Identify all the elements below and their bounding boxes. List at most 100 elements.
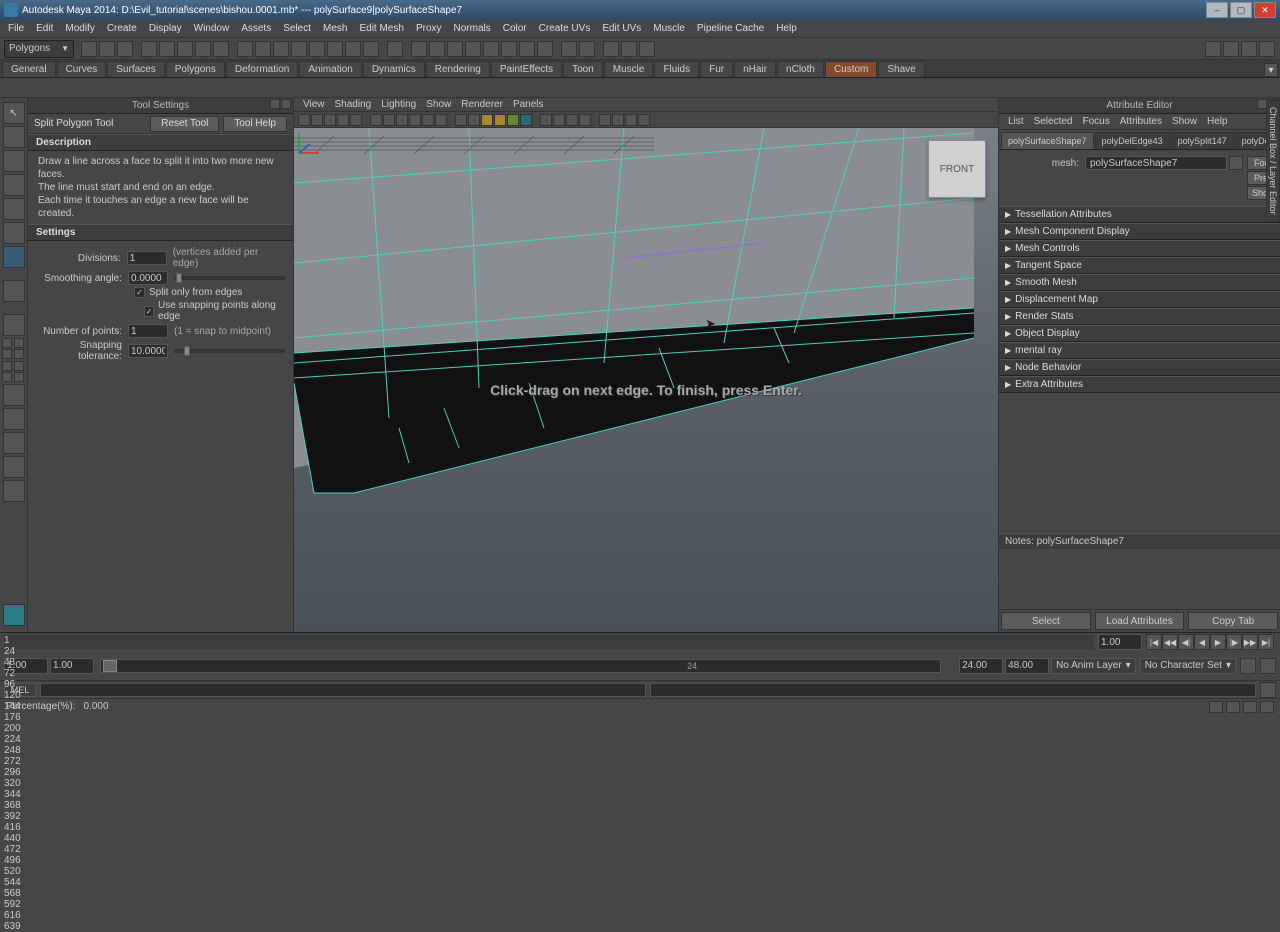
snap-misc-icon[interactable] [363, 41, 379, 57]
select-tool-icon[interactable]: ↖ [3, 102, 25, 124]
script-editor-icon[interactable] [1260, 682, 1276, 698]
vp-btn-icon[interactable] [337, 114, 349, 126]
rewind-end-icon[interactable]: ▶| [1258, 634, 1274, 650]
snap-live-icon[interactable] [309, 41, 325, 57]
panel-close-icon[interactable] [281, 99, 291, 109]
shelf-tab-toon[interactable]: Toon [563, 61, 603, 77]
layout-c-icon[interactable] [3, 408, 25, 430]
split-edges-checkbox[interactable]: ✓ [134, 287, 145, 298]
sidebar-toggle-c-icon[interactable] [1241, 41, 1257, 57]
snap-grid-icon[interactable] [237, 41, 253, 57]
snaptol-slider[interactable] [174, 349, 285, 353]
vp-btn-icon[interactable] [455, 114, 467, 126]
vp-menu-show[interactable]: Show [421, 99, 456, 110]
menu-select[interactable]: Select [277, 21, 317, 36]
ae-section[interactable]: ▶Mesh Component Display [999, 223, 1280, 240]
menu-create[interactable]: Create [101, 21, 143, 36]
vp-menu-lighting[interactable]: Lighting [376, 99, 421, 110]
render-view-icon[interactable] [483, 41, 499, 57]
shelf-tab-nhair[interactable]: nHair [734, 61, 776, 77]
layout-grid2-icons[interactable] [2, 361, 25, 382]
shelf-tab-painteffects[interactable]: PaintEffects [491, 61, 562, 77]
status-icon[interactable] [1209, 701, 1223, 713]
vp-btn-icon[interactable] [396, 114, 408, 126]
menu-muscle[interactable]: Muscle [647, 21, 691, 36]
render-icon[interactable] [429, 41, 445, 57]
ae-section[interactable]: ▶Tangent Space [999, 257, 1280, 274]
range-slider[interactable] [100, 659, 941, 673]
menu-modify[interactable]: Modify [59, 21, 100, 36]
maya-logo-icon[interactable] [3, 604, 25, 626]
ae-menu-list[interactable]: List [1003, 116, 1029, 127]
status-icon[interactable] [1243, 701, 1257, 713]
shelf-tab-fur[interactable]: Fur [700, 61, 733, 77]
vp-btn-icon[interactable] [638, 114, 650, 126]
shelf-tab-animation[interactable]: Animation [299, 61, 361, 77]
ae-menu-selected[interactable]: Selected [1029, 116, 1078, 127]
redo-icon[interactable] [159, 41, 175, 57]
use-snapping-checkbox[interactable]: ✓ [144, 306, 154, 317]
viewport-3d[interactable]: FRONT Click-drag on next edge. To finish… [294, 128, 998, 632]
hypershade-icon[interactable] [501, 41, 517, 57]
snap-plane-icon[interactable] [291, 41, 307, 57]
tool-help-button[interactable]: Tool Help [223, 116, 287, 132]
character-set-combo[interactable]: No Character Set▾ [1140, 658, 1236, 674]
close-button[interactable]: ✕ [1254, 2, 1276, 18]
rewind-start-icon[interactable]: |◀ [1146, 634, 1162, 650]
vp-btn-icon[interactable] [612, 114, 624, 126]
ipr-icon[interactable] [447, 41, 463, 57]
save-scene-icon[interactable] [117, 41, 133, 57]
ae-section[interactable]: ▶Node Behavior [999, 359, 1280, 376]
menu-create-uvs[interactable]: Create UVs [533, 21, 597, 36]
next-key-icon[interactable]: |▶ [1226, 634, 1242, 650]
vp-btn-icon[interactable] [435, 114, 447, 126]
vp-menu-shading[interactable]: Shading [330, 99, 377, 110]
menu-file[interactable]: File [2, 21, 30, 36]
vp-xray-icon[interactable] [520, 114, 532, 126]
status-icon[interactable] [1260, 701, 1274, 713]
ae-menu-show[interactable]: Show [1167, 116, 1202, 127]
layout-four-icon[interactable] [579, 41, 595, 57]
smoothing-slider[interactable] [174, 276, 285, 280]
menu-edit[interactable]: Edit [30, 21, 59, 36]
play-fwd-icon[interactable]: ▶ [1210, 634, 1226, 650]
numpoints-input[interactable] [128, 324, 168, 338]
shelf-tab-dynamics[interactable]: Dynamics [363, 61, 425, 77]
view-cube[interactable]: FRONT [928, 140, 986, 198]
shelf-tab-fluids[interactable]: Fluids [654, 61, 699, 77]
prev-key-icon[interactable]: ◀| [1178, 634, 1194, 650]
undo-icon[interactable] [141, 41, 157, 57]
vp-btn-icon[interactable] [553, 114, 565, 126]
layout-f-icon[interactable] [3, 480, 25, 502]
vp-menu-renderer[interactable]: Renderer [456, 99, 508, 110]
layout-e-icon[interactable] [3, 456, 25, 478]
divisions-input[interactable] [127, 251, 167, 265]
minimize-button[interactable]: – [1206, 2, 1228, 18]
time-current-field[interactable]: 1.00 [1098, 634, 1142, 650]
vp-btn-icon[interactable] [324, 114, 336, 126]
render-settings-icon[interactable] [465, 41, 481, 57]
misc-c-icon[interactable] [639, 41, 655, 57]
last-tool-icon[interactable] [3, 246, 25, 268]
copy-tab-button[interactable]: Copy Tab [1188, 612, 1278, 630]
snap-make-live-icon[interactable] [345, 41, 361, 57]
vp-btn-icon[interactable] [350, 114, 362, 126]
maximize-button[interactable]: ▢ [1230, 2, 1252, 18]
vp-btn-icon[interactable] [625, 114, 637, 126]
vp-btn-icon[interactable] [409, 114, 421, 126]
vp-light-icon[interactable] [494, 114, 506, 126]
snap-surface-icon[interactable] [327, 41, 343, 57]
rotate-tool-icon[interactable] [3, 198, 25, 220]
notes-textarea[interactable] [999, 549, 1280, 609]
ae-section[interactable]: ▶Extra Attributes [999, 376, 1280, 393]
ae-section[interactable]: ▶Mesh Controls [999, 240, 1280, 257]
render-global-icon[interactable] [537, 41, 553, 57]
layout-d-icon[interactable] [3, 432, 25, 454]
vp-btn-icon[interactable] [566, 114, 578, 126]
sidebar-toggle-b-icon[interactable] [1223, 41, 1239, 57]
menu-window[interactable]: Window [188, 21, 236, 36]
menu-normals[interactable]: Normals [448, 21, 497, 36]
vp-btn-icon[interactable] [579, 114, 591, 126]
vp-btn-icon[interactable] [383, 114, 395, 126]
reset-tool-button[interactable]: Reset Tool [150, 116, 219, 132]
